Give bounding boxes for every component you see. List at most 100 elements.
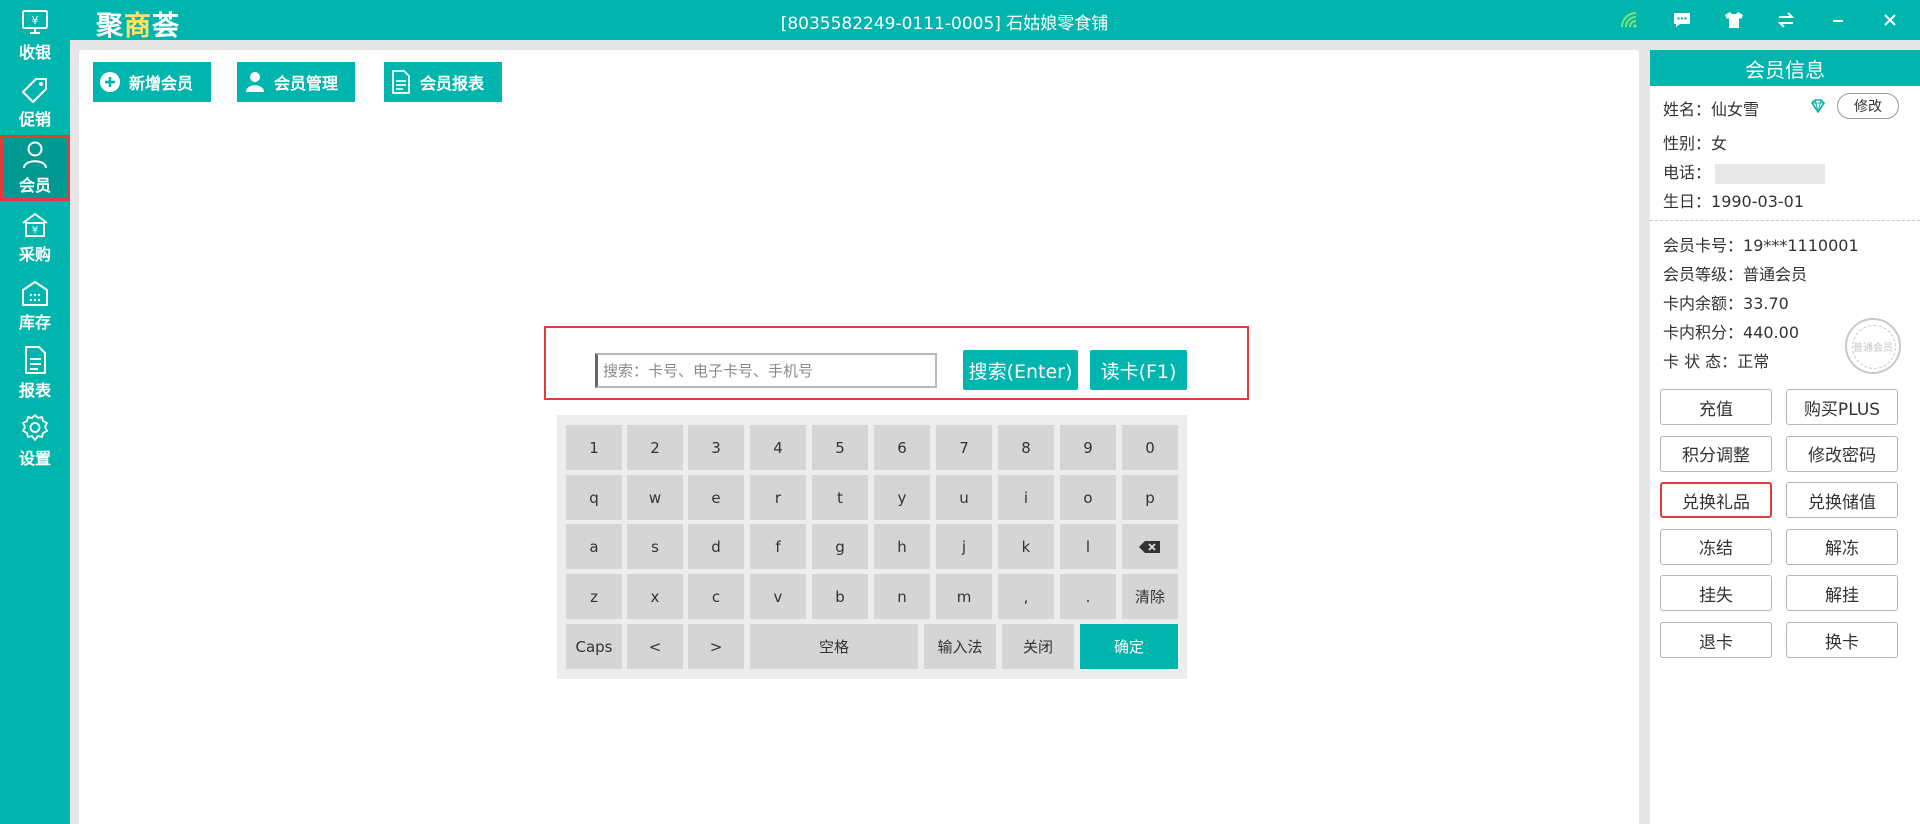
- search-area: 搜索(Enter) 读卡(F1): [544, 326, 1249, 400]
- cancel-loss-button[interactable]: 解挂: [1786, 575, 1898, 612]
- svg-text:¥: ¥: [32, 225, 38, 236]
- member-level: 普通会员: [1743, 265, 1808, 284]
- key-s[interactable]: s: [627, 524, 683, 569]
- key-t[interactable]: t: [812, 475, 868, 520]
- member-report-button[interactable]: 会员报表: [384, 62, 502, 102]
- key-7[interactable]: 7: [936, 425, 992, 470]
- sidebar-item-label: 库存: [18, 313, 51, 332]
- confirm-key[interactable]: 确定: [1080, 624, 1178, 669]
- redeem-balance-button[interactable]: 兑换储值: [1786, 482, 1898, 519]
- backspace-key[interactable]: [1122, 524, 1178, 569]
- wifi-icon[interactable]: [1614, 4, 1646, 36]
- key-k[interactable]: k: [998, 524, 1054, 569]
- key-f[interactable]: f: [750, 524, 806, 569]
- key-b[interactable]: b: [812, 574, 868, 619]
- key-4[interactable]: 4: [750, 425, 806, 470]
- member-balance: 33.70: [1743, 294, 1789, 313]
- sidebar-item-member[interactable]: 会员: [0, 135, 70, 201]
- key-0[interactable]: 0: [1122, 425, 1178, 470]
- key-q[interactable]: q: [566, 475, 622, 520]
- search-input[interactable]: [595, 353, 937, 388]
- key-m[interactable]: m: [936, 574, 992, 619]
- member-level-stamp: 普通会员: [1845, 318, 1901, 374]
- key-w[interactable]: w: [627, 475, 683, 520]
- sidebar-item-label: 收银: [18, 43, 51, 62]
- key-u[interactable]: u: [936, 475, 992, 520]
- close-keyboard-key[interactable]: 关闭: [1002, 624, 1074, 669]
- unfreeze-button[interactable]: 解冻: [1786, 528, 1898, 565]
- sidebar-item-purchase[interactable]: ¥ 采购: [0, 205, 70, 271]
- minimize-icon[interactable]: [1822, 4, 1854, 36]
- key-h[interactable]: h: [874, 524, 930, 569]
- key-e[interactable]: e: [688, 475, 744, 520]
- plus-circle-icon: [99, 71, 121, 93]
- key-1[interactable]: 1: [566, 425, 622, 470]
- input-method-key[interactable]: 输入法: [924, 624, 996, 669]
- member-report-label: 会员报表: [420, 74, 485, 93]
- key-2[interactable]: 2: [627, 425, 683, 470]
- sidebar-item-settings[interactable]: 设置: [0, 408, 70, 474]
- key-z[interactable]: z: [566, 574, 622, 619]
- close-icon[interactable]: [1874, 4, 1906, 36]
- adjust-points-button[interactable]: 积分调整: [1660, 435, 1772, 472]
- chat-icon[interactable]: [1666, 4, 1698, 36]
- tshirt-icon[interactable]: [1718, 4, 1750, 36]
- key-d[interactable]: d: [688, 524, 744, 569]
- return-card-button[interactable]: 退卡: [1660, 622, 1772, 658]
- member-management-button[interactable]: 会员管理: [237, 62, 355, 102]
- warehouse-icon: [20, 279, 50, 307]
- change-password-button[interactable]: 修改密码: [1786, 435, 1898, 472]
- key-period[interactable]: .: [1060, 574, 1116, 619]
- key-l[interactable]: l: [1060, 524, 1116, 569]
- search-button[interactable]: 搜索(Enter): [963, 350, 1078, 390]
- redeem-gift-button[interactable]: 兑换礼品: [1660, 482, 1772, 519]
- clear-key[interactable]: 清除: [1122, 574, 1178, 619]
- key-5[interactable]: 5: [812, 425, 868, 470]
- add-member-button[interactable]: 新增会员: [93, 62, 211, 102]
- key-c[interactable]: c: [688, 574, 744, 619]
- switch-icon[interactable]: [1770, 4, 1802, 36]
- right-arrow-key[interactable]: >: [688, 624, 744, 669]
- member-birthday-row: 生日：1990-03-01: [1663, 192, 1804, 211]
- diamond-icon: [1810, 99, 1826, 113]
- key-6[interactable]: 6: [874, 425, 930, 470]
- read-card-button[interactable]: 读卡(F1): [1090, 350, 1187, 390]
- key-3[interactable]: 3: [688, 425, 744, 470]
- edit-member-button[interactable]: 修改: [1837, 93, 1899, 119]
- cashier-icon: ¥: [20, 9, 50, 37]
- purchase-icon: ¥: [20, 211, 50, 239]
- key-comma[interactable]: ,: [998, 574, 1054, 619]
- member-name: 仙女雪: [1711, 100, 1760, 119]
- sidebar-item-label: 采购: [18, 245, 51, 264]
- replace-card-button[interactable]: 换卡: [1786, 622, 1898, 658]
- recharge-button[interactable]: 充值: [1660, 389, 1772, 425]
- report-loss-button[interactable]: 挂失: [1660, 575, 1772, 612]
- space-key[interactable]: 空格: [750, 624, 918, 669]
- key-n[interactable]: n: [874, 574, 930, 619]
- key-9[interactable]: 9: [1060, 425, 1116, 470]
- key-8[interactable]: 8: [998, 425, 1054, 470]
- buy-plus-button[interactable]: 购买PLUS: [1786, 389, 1898, 425]
- sidebar-item-cashier[interactable]: ¥ 收银: [0, 3, 70, 69]
- member-points-row: 卡内积分：440.00: [1663, 323, 1799, 342]
- member-balance-row: 卡内余额：33.70: [1663, 294, 1789, 313]
- key-r[interactable]: r: [750, 475, 806, 520]
- caps-key[interactable]: Caps: [566, 624, 622, 669]
- key-a[interactable]: a: [566, 524, 622, 569]
- key-p[interactable]: p: [1122, 475, 1178, 520]
- key-j[interactable]: j: [936, 524, 992, 569]
- key-x[interactable]: x: [627, 574, 683, 619]
- freeze-button[interactable]: 冻结: [1660, 528, 1772, 565]
- key-g[interactable]: g: [812, 524, 868, 569]
- left-arrow-key[interactable]: <: [627, 624, 683, 669]
- key-y[interactable]: y: [874, 475, 930, 520]
- sidebar-item-label: 促销: [18, 110, 51, 129]
- sidebar-item-promotion[interactable]: 促销: [0, 70, 70, 136]
- key-i[interactable]: i: [998, 475, 1054, 520]
- sidebar-item-report[interactable]: 报表: [0, 340, 70, 406]
- document-icon: [390, 70, 412, 94]
- key-v[interactable]: v: [750, 574, 806, 619]
- sidebar-item-inventory[interactable]: 库存: [0, 273, 70, 339]
- member-management-label: 会员管理: [274, 74, 339, 93]
- key-o[interactable]: o: [1060, 475, 1116, 520]
